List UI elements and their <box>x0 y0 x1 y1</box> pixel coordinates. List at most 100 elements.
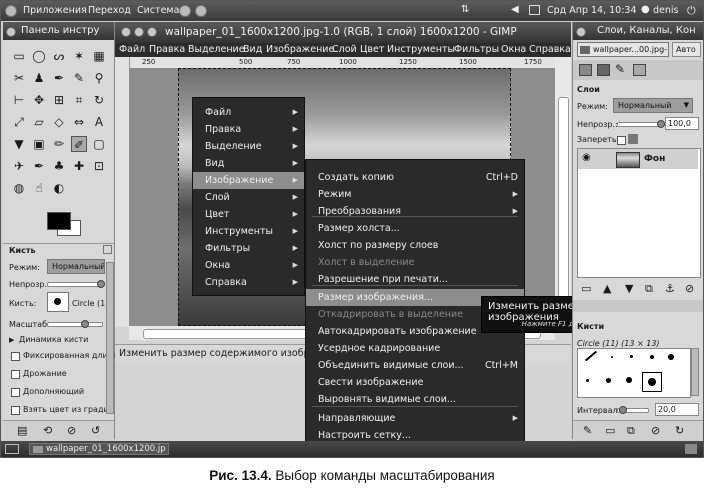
image-submenu-item[interactable]: Холст по размеру слоев <box>306 237 524 254</box>
context-menu-item[interactable]: Правка ▶ <box>193 121 304 138</box>
interval-handle[interactable] <box>619 406 627 414</box>
menubar-tools[interactable]: Инструменты <box>387 44 455 55</box>
show-desktop-icon[interactable] <box>5 444 19 454</box>
shear-tool-icon[interactable]: ▱ <box>31 114 47 130</box>
crop-tool-icon[interactable]: ⌗ <box>71 92 87 108</box>
duplicate-brush-icon[interactable]: ⧉ <box>627 424 635 438</box>
delete-layer-icon[interactable]: ⊘ <box>685 282 694 295</box>
perspective-tool-icon[interactable]: ◇ <box>51 114 67 130</box>
browser-launcher-icon[interactable] <box>179 5 191 17</box>
toolbox-titlebar[interactable]: Панель инстру <box>3 22 114 40</box>
menubar-select[interactable]: Выделение <box>188 44 245 55</box>
selected-brush-preset[interactable] <box>642 372 662 392</box>
pencil-tool-icon[interactable]: ✏ <box>51 136 67 152</box>
menu-places[interactable]: Переход <box>88 5 131 16</box>
close-icon[interactable] <box>576 27 586 37</box>
image-window-titlebar[interactable]: wallpaper_01_1600x1200.jpg-1.0 (RGB, 1 с… <box>115 22 571 43</box>
reset-options-icon[interactable]: ↺ <box>91 424 100 437</box>
expander-arrow-icon[interactable]: ▶ <box>9 336 14 344</box>
panel-user[interactable]: denis <box>653 5 679 16</box>
foreground-color-swatch-top[interactable] <box>47 212 71 230</box>
interval-input[interactable]: 20,0 <box>655 403 699 416</box>
bucket-fill-tool-icon[interactable]: ▼ <box>11 136 27 152</box>
layer-opacity-input[interactable]: 100,0 <box>665 117 699 130</box>
power-icon[interactable]: ⏻ <box>687 4 696 18</box>
incremental-checkbox[interactable] <box>11 388 20 397</box>
image-select[interactable]: wallpaper...00.jpg-1 <box>577 42 669 57</box>
ubuntu-logo-icon[interactable] <box>5 5 17 17</box>
menubar-layer[interactable]: Слой <box>332 44 357 55</box>
brush-grid-scrollbar[interactable] <box>691 348 699 396</box>
image-submenu-item[interactable]: Преобразования ▶ <box>306 203 524 220</box>
tab-channels-icon[interactable] <box>597 64 610 76</box>
vertical-ruler[interactable] <box>115 57 130 327</box>
close-icon[interactable] <box>121 27 131 37</box>
dodge-burn-tool-icon[interactable]: ◐ <box>51 180 67 196</box>
brush-preset[interactable] <box>668 354 674 360</box>
edit-brush-icon[interactable]: ✎ <box>583 424 592 437</box>
brush-scale-handle[interactable] <box>81 320 89 328</box>
minimize-icon[interactable] <box>134 27 144 37</box>
clone-tool-icon[interactable]: ♣ <box>51 158 67 174</box>
paintbrush-tool-icon[interactable]: ✐ <box>71 136 87 152</box>
menubar-filters[interactable]: Фильтры <box>454 44 499 55</box>
maximize-icon[interactable] <box>147 27 157 37</box>
jitter-checkbox[interactable] <box>11 370 20 379</box>
brush-grid[interactable] <box>577 348 691 398</box>
brush-preset[interactable] <box>586 379 589 382</box>
ink-tool-icon[interactable]: ✒ <box>31 158 47 174</box>
options-scrollbar[interactable] <box>106 262 114 414</box>
menubar-windows[interactable]: Окна <box>501 44 526 55</box>
raise-layer-icon[interactable]: ▲ <box>603 282 611 295</box>
brush-preset[interactable] <box>626 377 632 383</box>
rect-select-tool-icon[interactable]: ▭ <box>11 48 27 64</box>
context-menu-item[interactable]: Окна ▶ <box>193 257 304 274</box>
anchor-layer-icon[interactable]: ⚓ <box>665 282 675 295</box>
free-select-tool-icon[interactable]: ᔕ <box>51 48 67 64</box>
context-menu-item[interactable]: Вид ▶ <box>193 155 304 172</box>
new-brush-icon[interactable]: ▭ <box>605 424 615 437</box>
taskbar-window-button[interactable]: wallpaper_01_1600x1200.jp <box>29 443 169 455</box>
paths-tool-icon[interactable]: ✒ <box>51 70 67 86</box>
airbrush-tool-icon[interactable]: ✈ <box>11 158 27 174</box>
brush-preview[interactable] <box>47 292 69 312</box>
visibility-eye-icon[interactable]: ◉ <box>582 152 591 163</box>
close-icon[interactable] <box>6 27 16 37</box>
text-tool-icon[interactable]: A <box>91 114 107 130</box>
image-submenu-item[interactable]: Размер холста... <box>306 220 524 237</box>
blur-tool-icon[interactable]: ◍ <box>11 180 27 196</box>
duplicate-layer-icon[interactable]: ⧉ <box>645 282 653 296</box>
lower-layer-icon[interactable]: ▼ <box>625 282 633 295</box>
fixed-length-checkbox[interactable] <box>11 352 20 361</box>
zoom-tool-icon[interactable]: ⚲ <box>91 70 107 86</box>
rotate-tool-icon[interactable]: ↻ <box>91 92 107 108</box>
brush-opacity-handle[interactable] <box>97 280 105 288</box>
measure-tool-icon[interactable]: ⊢ <box>11 92 27 108</box>
layer-opacity-handle[interactable] <box>657 120 665 128</box>
brush-preset[interactable] <box>606 378 611 383</box>
menu-applications[interactable]: Приложения <box>23 5 87 16</box>
menubar-edit[interactable]: Правка <box>149 44 185 55</box>
image-submenu-item[interactable]: Создать копию Ctrl+D <box>306 169 524 186</box>
move-tool-icon[interactable]: ✥ <box>31 92 47 108</box>
color-picker-tool-icon[interactable]: ✎ <box>71 70 87 86</box>
panel-menu-icon[interactable] <box>103 245 112 254</box>
scissors-select-tool-icon[interactable]: ✂ <box>11 70 27 86</box>
image-submenu-item[interactable]: Объединить видимые слои... Ctrl+M <box>306 357 524 374</box>
context-menu-item[interactable]: Файл ▶ <box>193 104 304 121</box>
menubar-colors[interactable]: Цвет <box>360 44 384 55</box>
auto-button[interactable]: Авто <box>672 42 701 57</box>
refresh-brushes-icon[interactable]: ↻ <box>675 424 684 437</box>
smudge-tool-icon[interactable]: ☝ <box>31 180 47 196</box>
perspective-clone-tool-icon[interactable]: ⊡ <box>91 158 107 174</box>
mail-icon[interactable] <box>529 5 540 15</box>
menubar-file[interactable]: Файл <box>119 44 145 55</box>
trash-icon[interactable] <box>685 444 697 454</box>
vertical-scrollbar[interactable] <box>555 57 571 327</box>
layer-mode-select[interactable]: Нормальный ▼ <box>613 98 693 113</box>
blend-tool-icon[interactable]: ▣ <box>31 136 47 152</box>
delete-brush-icon[interactable]: ⊘ <box>651 424 660 437</box>
lock-pixels-checkbox[interactable] <box>617 136 626 145</box>
network-transfer-icon[interactable]: ⇅ <box>461 4 469 15</box>
eraser-tool-icon[interactable]: ▢ <box>91 136 107 152</box>
